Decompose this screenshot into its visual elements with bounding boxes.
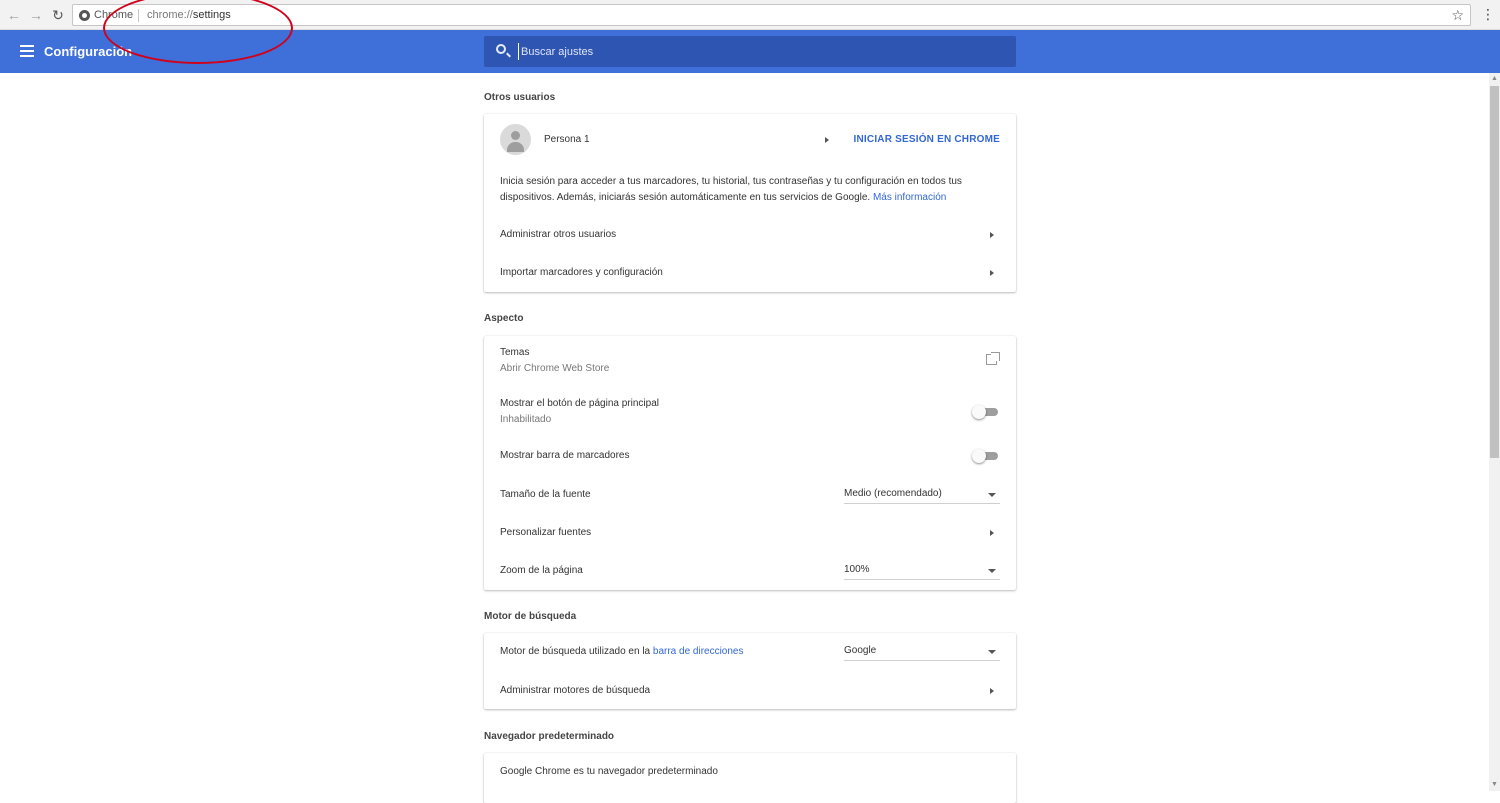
home-button-sublabel: Inhabilitado bbox=[500, 414, 552, 425]
default-browser-status: Google Chrome es tu navegador predetermi… bbox=[500, 766, 718, 777]
themes-sublabel: Abrir Chrome Web Store bbox=[500, 363, 610, 374]
address-bar-link[interactable]: barra de direcciones bbox=[653, 646, 744, 657]
browser-menu-icon[interactable]: ⋮ bbox=[1481, 6, 1495, 22]
url-scheme: chrome:// bbox=[147, 9, 193, 21]
font-size-label: Tamaño de la fuente bbox=[500, 489, 591, 500]
section-title-default-browser: Navegador predeterminado bbox=[484, 731, 615, 742]
home-button-toggle[interactable] bbox=[972, 405, 998, 419]
address-separator bbox=[138, 9, 139, 22]
search-engine-card: Motor de búsqueda utilizado en la barra … bbox=[484, 633, 1016, 709]
chevron-right-icon[interactable] bbox=[825, 137, 829, 143]
url-path: settings bbox=[192, 9, 231, 21]
font-size-value: Medio (recomendado) bbox=[844, 488, 942, 499]
more-info-link[interactable]: Más información bbox=[873, 192, 946, 203]
bookmark-star-icon[interactable]: ☆ bbox=[1451, 7, 1464, 24]
scroll-up-arrow-icon[interactable]: ▲ bbox=[1491, 75, 1498, 82]
import-bookmarks-item[interactable]: Importar marcadores y configuración bbox=[500, 267, 663, 278]
settings-header: Configuración bbox=[0, 30, 1500, 73]
dropdown-arrow-icon bbox=[988, 493, 996, 497]
font-size-select[interactable]: Medio (recomendado) bbox=[844, 486, 1000, 504]
manage-users-item[interactable]: Administrar otros usuarios bbox=[500, 229, 616, 240]
chrome-page-icon bbox=[79, 10, 90, 21]
search-engine-value: Google bbox=[844, 645, 877, 656]
search-engine-label: Motor de búsqueda utilizado en la barra … bbox=[500, 646, 744, 657]
section-title-appearance: Aspecto bbox=[484, 313, 524, 324]
hamburger-menu-icon[interactable] bbox=[20, 45, 34, 57]
dropdown-arrow-icon bbox=[988, 569, 996, 573]
search-icon bbox=[496, 44, 506, 54]
address-url[interactable]: chrome://settings bbox=[147, 9, 231, 21]
person-name[interactable]: Persona 1 bbox=[544, 134, 590, 145]
search-input[interactable] bbox=[518, 43, 998, 60]
people-card: Persona 1 INICIAR SESIÓN EN CHROME Inici… bbox=[484, 114, 1016, 292]
scrollbar-thumb[interactable] bbox=[1490, 86, 1499, 458]
signin-button[interactable]: INICIAR SESIÓN EN CHROME bbox=[854, 134, 1000, 145]
forward-arrow-icon[interactable]: → bbox=[28, 7, 44, 23]
search-box[interactable] bbox=[484, 36, 1016, 67]
chevron-right-icon[interactable] bbox=[990, 232, 994, 238]
reload-icon[interactable]: ↻ bbox=[50, 7, 66, 23]
chevron-right-icon[interactable] bbox=[990, 688, 994, 694]
zoom-select[interactable]: 100% bbox=[844, 562, 1000, 580]
section-title-people: Otros usuarios bbox=[484, 92, 556, 103]
appearance-card: Temas Abrir Chrome Web Store Mostrar el … bbox=[484, 336, 1016, 590]
back-arrow-icon[interactable]: ← bbox=[6, 7, 22, 23]
dropdown-arrow-icon bbox=[988, 650, 996, 654]
custom-fonts-item[interactable]: Personalizar fuentes bbox=[500, 527, 591, 538]
default-browser-card: Google Chrome es tu navegador predetermi… bbox=[484, 753, 1016, 803]
chevron-right-icon[interactable] bbox=[990, 270, 994, 276]
manage-engines-item[interactable]: Administrar motores de búsqueda bbox=[500, 685, 650, 696]
home-button-label: Mostrar el botón de página principal bbox=[500, 398, 659, 409]
site-label: Chrome bbox=[94, 9, 134, 21]
browser-toolbar: ← → ↻ Chrome chrome://settings ☆ ⋮ bbox=[0, 0, 1500, 30]
zoom-value: 100% bbox=[844, 564, 870, 575]
address-bar[interactable]: Chrome chrome://settings ☆ bbox=[72, 4, 1471, 26]
bookmarks-bar-label: Mostrar barra de marcadores bbox=[500, 450, 630, 461]
page-title: Configuración bbox=[44, 44, 133, 59]
open-in-new-icon[interactable] bbox=[986, 352, 1000, 365]
section-title-search: Motor de búsqueda bbox=[484, 611, 577, 622]
chevron-right-icon[interactable] bbox=[990, 530, 994, 536]
bookmarks-bar-toggle[interactable] bbox=[972, 449, 998, 463]
search-engine-select[interactable]: Google bbox=[844, 643, 1000, 661]
search-engine-label-text: Motor de búsqueda utilizado en la bbox=[500, 646, 651, 657]
zoom-label: Zoom de la página bbox=[500, 565, 583, 576]
scroll-down-arrow-icon[interactable]: ▼ bbox=[1491, 781, 1498, 788]
themes-label[interactable]: Temas bbox=[500, 347, 529, 358]
signin-description: Inicia sesión para acceder a tus marcado… bbox=[500, 174, 990, 206]
avatar bbox=[500, 124, 531, 155]
